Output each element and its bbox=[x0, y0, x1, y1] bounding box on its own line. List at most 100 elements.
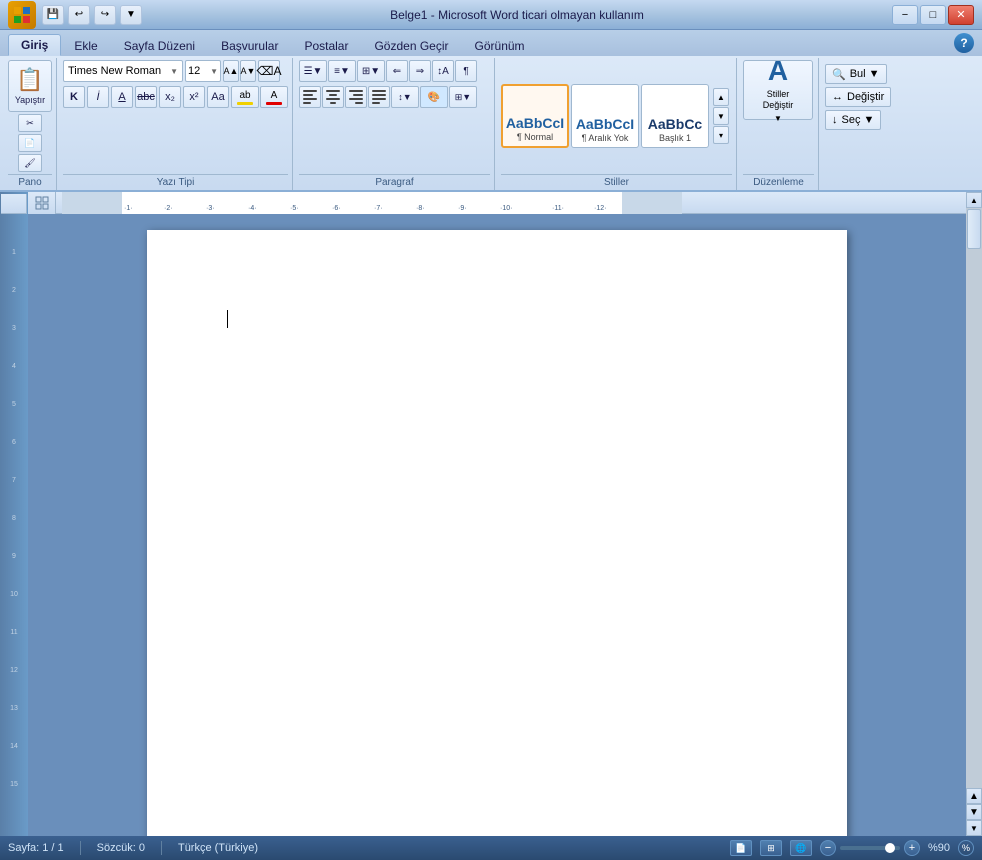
line-spacing-btn[interactable]: ↕▼ bbox=[391, 86, 419, 108]
styles-scroll-down[interactable]: ▼ bbox=[713, 107, 729, 125]
status-divider-2 bbox=[161, 841, 162, 855]
zoom-percentage-btn[interactable]: % bbox=[958, 840, 974, 856]
align-center-btn[interactable] bbox=[322, 86, 344, 108]
office-button[interactable] bbox=[8, 1, 36, 29]
ruler-tick-6: ·6· bbox=[332, 205, 341, 212]
style-no-spacing[interactable]: AaBbCcI ¶ Aralık Yok bbox=[571, 84, 639, 148]
tab-postalar[interactable]: Postalar bbox=[291, 34, 361, 56]
borders-btn[interactable]: ⊞▼ bbox=[449, 86, 477, 108]
duzenleme-content: 🔍 Bul ▼ ↔ Değiştir ↓ Seç ▼ bbox=[825, 60, 907, 190]
view-web-btn[interactable]: 🌐 bbox=[790, 840, 812, 856]
window-controls: − □ ✕ bbox=[892, 5, 974, 25]
title-bar: 💾 ↩ ↪ ▼ Belge1 - Microsoft Word ticari o… bbox=[0, 0, 982, 30]
minimize-button[interactable]: − bbox=[892, 5, 918, 25]
scroll-up-btn[interactable]: ▲ bbox=[966, 192, 982, 208]
v-ruler-mark-13: 13 bbox=[10, 674, 18, 712]
find-label: Bul ▼ bbox=[850, 68, 880, 80]
multilevel-button[interactable]: ⊞▼ bbox=[357, 60, 385, 82]
scroll-track[interactable] bbox=[966, 208, 982, 788]
zoom-thumb[interactable] bbox=[885, 843, 895, 853]
tab-sayfa-duzeni[interactable]: Sayfa Düzeni bbox=[111, 34, 208, 56]
font-color-button[interactable]: A bbox=[260, 86, 288, 108]
view-full-btn[interactable]: ⊞ bbox=[760, 840, 782, 856]
find-button[interactable]: 🔍 Bul ▼ bbox=[825, 64, 887, 84]
paste-label: Yapıştır bbox=[15, 95, 45, 105]
copy-button[interactable]: 📄 bbox=[18, 134, 42, 152]
zoom-control: − + bbox=[820, 840, 920, 856]
tab-gorunum[interactable]: Görünüm bbox=[462, 34, 538, 56]
show-formatting-btn[interactable]: ¶ bbox=[455, 60, 477, 82]
case-button[interactable]: Aa bbox=[207, 86, 229, 108]
styles-scroll-up[interactable]: ▲ bbox=[713, 88, 729, 106]
bullets-button[interactable]: ☰▼ bbox=[299, 60, 327, 82]
justify-btn[interactable] bbox=[368, 86, 390, 108]
maximize-button[interactable]: □ bbox=[920, 5, 946, 25]
replace-button[interactable]: ↔ Değiştir bbox=[825, 87, 891, 107]
style-heading1-label: Başlık 1 bbox=[659, 133, 691, 143]
zoom-out-btn[interactable]: − bbox=[820, 840, 836, 856]
horizontal-ruler: ·1· ·2· ·3· ·4· ·5· ·6· ·7· ·8· ·9· ·10·… bbox=[28, 192, 966, 214]
tab-gozden-gec[interactable]: Gözden Geçir bbox=[361, 34, 461, 56]
tab-basvurular[interactable]: Başvurular bbox=[208, 34, 291, 56]
decrease-indent-btn[interactable]: ⇐ bbox=[386, 60, 408, 82]
close-button[interactable]: ✕ bbox=[948, 5, 974, 25]
scroll-down-btn[interactable]: ▼ bbox=[966, 820, 982, 836]
replace-icon: ↔ bbox=[832, 91, 843, 103]
scroll-page-up-btn[interactable]: ▲ bbox=[966, 788, 982, 804]
view-print-btn[interactable]: 📄 bbox=[730, 840, 752, 856]
document-page[interactable] bbox=[147, 230, 847, 836]
zoom-level[interactable]: %90 bbox=[928, 842, 950, 854]
language-info[interactable]: Türkçe (Türkiye) bbox=[178, 842, 258, 854]
redo-quick-btn[interactable]: ↪ bbox=[94, 5, 116, 25]
text-highlight-button[interactable]: ab bbox=[231, 86, 259, 108]
qa-dropdown-btn[interactable]: ▼ bbox=[120, 5, 142, 25]
style-no-spacing-label: ¶ Aralık Yok bbox=[582, 133, 629, 143]
styles-change-arrow: ▼ bbox=[774, 114, 782, 123]
numbering-button[interactable]: ≡▼ bbox=[328, 60, 356, 82]
superscript-button[interactable]: x² bbox=[183, 86, 205, 108]
bold-button[interactable]: K bbox=[63, 86, 85, 108]
italic-button[interactable]: İ bbox=[87, 86, 109, 108]
sort-btn[interactable]: ↕A bbox=[432, 60, 454, 82]
vertical-scrollbar: ▲ ▲ ▼ ▼ bbox=[966, 192, 982, 836]
cut-button[interactable]: ✂ bbox=[18, 114, 42, 132]
help-button[interactable]: ? bbox=[954, 33, 974, 53]
zoom-in-btn[interactable]: + bbox=[904, 840, 920, 856]
styles-change-content: A StillerDeğiştir ▼ bbox=[743, 60, 814, 172]
align-right-btn[interactable] bbox=[345, 86, 367, 108]
decrease-font-btn[interactable]: A▼ bbox=[240, 60, 256, 82]
shading-btn[interactable]: 🎨 bbox=[420, 86, 448, 108]
styles-expand[interactable]: ▾ bbox=[713, 126, 729, 144]
strikethrough-button[interactable]: abc bbox=[135, 86, 157, 108]
select-button[interactable]: ↓ Seç ▼ bbox=[825, 110, 881, 130]
font-name-selector[interactable]: Times New Roman ▼ bbox=[63, 60, 183, 82]
underline-button[interactable]: A bbox=[111, 86, 133, 108]
paste-button[interactable]: 📋 Yapıştır bbox=[8, 60, 52, 112]
subscript-button[interactable]: x₂ bbox=[159, 86, 181, 108]
undo-quick-btn[interactable]: ↩ bbox=[68, 5, 90, 25]
change-styles-btn[interactable]: A StillerDeğiştir ▼ bbox=[743, 60, 813, 120]
style-normal[interactable]: AaBbCcI ¶ Normal bbox=[501, 84, 569, 148]
tab-giris[interactable]: Giriş bbox=[8, 34, 61, 56]
scroll-area[interactable] bbox=[28, 214, 966, 836]
zoom-track[interactable] bbox=[840, 846, 900, 850]
align-left-btn[interactable] bbox=[299, 86, 321, 108]
style-heading1[interactable]: AaBbCc Başlık 1 bbox=[641, 84, 709, 148]
v-ruler-mark-10: 10 bbox=[10, 560, 18, 598]
tab-ekle[interactable]: Ekle bbox=[61, 34, 110, 56]
v-ruler-mark-6: 6 bbox=[10, 408, 18, 446]
v-ruler-mark-4: 4 bbox=[10, 332, 18, 370]
style-heading1-preview: AaBbCc bbox=[648, 117, 702, 131]
scroll-page-down-btn[interactable]: ▼ bbox=[966, 804, 982, 820]
ruler-corner-icon[interactable] bbox=[28, 192, 56, 214]
font-size-selector[interactable]: 12 ▼ bbox=[185, 60, 221, 82]
style-normal-label: ¶ Normal bbox=[517, 132, 553, 142]
para-row1: ☰▼ ≡▼ ⊞▼ ⇐ ⇒ ↕A ¶ bbox=[299, 60, 477, 82]
increase-font-btn[interactable]: A▲ bbox=[223, 60, 239, 82]
scroll-thumb[interactable] bbox=[967, 209, 981, 249]
increase-indent-btn[interactable]: ⇒ bbox=[409, 60, 431, 82]
format-painter-button[interactable]: 🖌 bbox=[18, 154, 42, 172]
ruler-tick-7: ·7· bbox=[374, 205, 383, 212]
save-quick-btn[interactable]: 💾 bbox=[42, 5, 64, 25]
clear-format-btn[interactable]: ⌫A bbox=[258, 60, 280, 82]
